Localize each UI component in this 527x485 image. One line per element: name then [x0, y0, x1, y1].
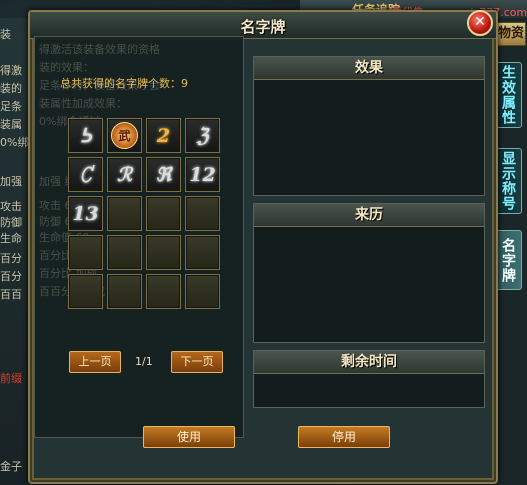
empty-name-plate-slot[interactable] [68, 235, 103, 270]
name-plate-slot[interactable]: ℛ [107, 157, 142, 192]
bg-left-fragment: 装属 [0, 118, 22, 131]
empty-name-plate-slot[interactable] [146, 235, 181, 270]
ghost-line: 得激活该装备效果的资格 [39, 43, 160, 56]
name-plate-glyph: ℛ [116, 163, 133, 186]
empty-name-plate-slot[interactable] [146, 274, 181, 309]
bg-left-fragment: 0%绑 [0, 136, 29, 149]
name-plate-glyph: ᕊ [79, 124, 92, 147]
bg-left-fragment: 装 [0, 28, 11, 41]
name-plate-glyph: ꒝ [78, 165, 93, 187]
name-plate-slot[interactable]: 13 [68, 196, 103, 231]
effect-title: 效果 [254, 57, 484, 80]
next-page-button[interactable]: 下一页 [171, 351, 223, 373]
empty-name-plate-slot[interactable] [185, 235, 220, 270]
tab-effective-attributes[interactable]: 生效属性 [494, 62, 522, 128]
name-plate-badge-icon: 武 [111, 122, 138, 149]
bg-left-fragment: 百百 [0, 288, 22, 301]
ghost-line: 装的效果： [39, 61, 94, 74]
name-plate-glyph: 12 [189, 163, 216, 186]
empty-name-plate-slot[interactable] [185, 196, 220, 231]
name-plate-slot[interactable]: 武 [107, 118, 142, 153]
tab-name-plate[interactable]: 名字牌 [494, 230, 522, 290]
name-plate-slot[interactable]: ᕊ [68, 118, 103, 153]
bg-left-fragment: 加强 [0, 175, 22, 188]
bg-left-fragment: 百分 [0, 270, 22, 283]
use-button[interactable]: 使用 [143, 426, 235, 448]
source-title: 来历 [254, 204, 484, 227]
name-plate-glyph: ℜ [155, 163, 172, 186]
empty-name-plate-slot[interactable] [185, 274, 220, 309]
empty-name-plate-slot[interactable] [107, 274, 142, 309]
empty-name-plate-slot[interactable] [107, 196, 142, 231]
bg-left-fragment: 百分 [0, 252, 22, 265]
name-plate-glyph: 13 [72, 202, 99, 225]
bg-left-fragment: 生命 [0, 232, 22, 245]
page-indicator: 1/1 [135, 355, 153, 368]
tab-supplies[interactable]: 物资 [496, 22, 526, 46]
close-button[interactable]: ✕ [467, 10, 493, 36]
remaining-time-title: 剩余时间 [254, 351, 484, 374]
bg-left-fragment: 得激 [0, 64, 22, 77]
bg-left-fragment: 装的 [0, 82, 22, 95]
empty-name-plate-slot[interactable] [68, 274, 103, 309]
ghost-line: 装属性加成效果： [39, 97, 127, 110]
bg-left-fragment: 足条 [0, 100, 22, 113]
title-bar[interactable]: 名字牌 [30, 12, 496, 39]
empty-name-plate-slot[interactable] [107, 235, 142, 270]
empty-name-plate-slot[interactable] [146, 196, 181, 231]
tab-display-title[interactable]: 显示称号 [494, 148, 522, 214]
name-plate-slot[interactable]: ℨ [185, 118, 220, 153]
effect-panel: 效果 [253, 56, 485, 196]
name-plate-slot[interactable]: 12 [185, 157, 220, 192]
remaining-time-panel: 剩余时间 [253, 350, 485, 408]
bg-left-fragment: 金子 [0, 460, 22, 473]
disable-button[interactable]: 停用 [298, 426, 390, 448]
name-plate-glyph: ℨ [196, 124, 209, 147]
bg-left-fragment: 防御 [0, 216, 22, 229]
prev-page-button[interactable]: 上一页 [69, 351, 121, 373]
name-plate-grid: ᕊ 武 2 ℨ ꒝ ℛ ℜ 12 13 [68, 118, 220, 309]
name-plate-slot[interactable]: ꒝ [68, 157, 103, 192]
name-plate-count: 总共获得的名字牌个数：9 [60, 77, 188, 90]
background-left-strip: 装 得激 装的 足条 装属 0%绑 加强 攻击 防御 生命 百分 百分 百百 前… [0, 18, 30, 485]
window-title: 名字牌 [240, 18, 286, 36]
name-plate-glyph: 2 [156, 124, 171, 147]
bg-left-fragment: 攻击 [0, 200, 22, 213]
source-panel: 来历 [253, 203, 485, 343]
name-plate-slot[interactable]: ℜ [146, 157, 181, 192]
name-plate-slot[interactable]: 2 [146, 118, 181, 153]
bg-left-fragment: 前缀 [0, 372, 22, 385]
